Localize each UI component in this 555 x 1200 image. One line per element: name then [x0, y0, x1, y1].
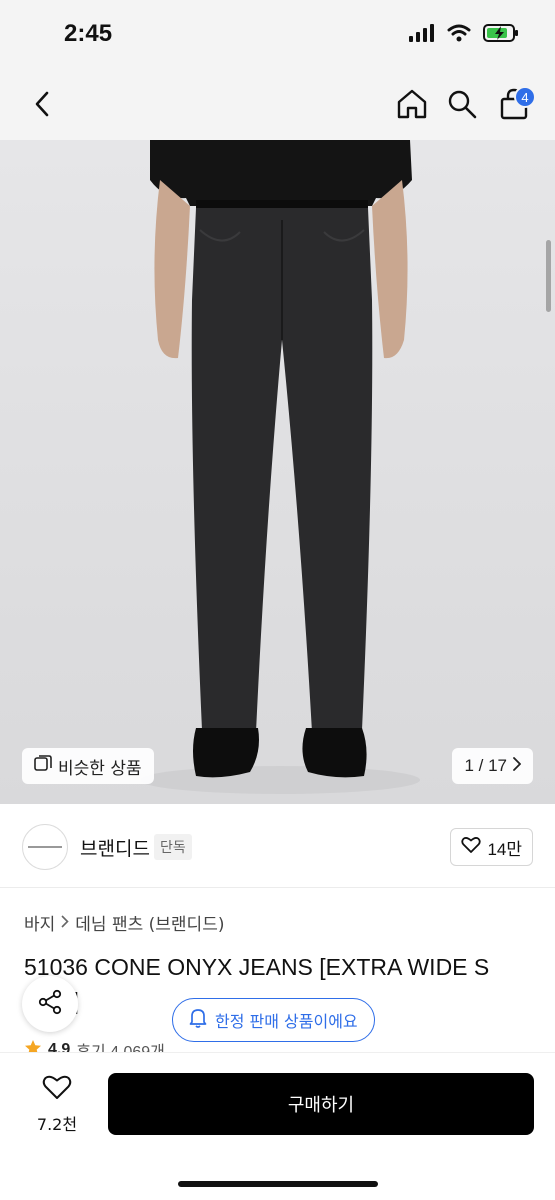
brand-logo[interactable] — [22, 824, 68, 870]
search-icon — [447, 89, 477, 123]
share-icon — [37, 989, 63, 1019]
breadcrumb-item[interactable]: 데님 팬츠 (브랜디드) — [75, 910, 224, 935]
bottom-purchase-bar: 7.2천 구매하기 — [0, 1052, 555, 1200]
heart-icon — [461, 836, 482, 859]
chevron-right-icon — [61, 913, 69, 933]
buy-button-label: 구매하기 — [287, 1095, 355, 1116]
breadcrumb-item[interactable]: 바지 — [24, 910, 55, 935]
wishlist-count: 7.2천 — [36, 1114, 78, 1134]
wifi-icon — [447, 24, 471, 46]
top-nav-bar: 4 — [0, 72, 555, 140]
similar-products-icon — [34, 754, 52, 778]
scroll-indicator[interactable] — [546, 240, 551, 312]
similar-products-label: 비슷한 상품 — [58, 758, 142, 779]
brand-name[interactable]: 브랜디드 — [80, 834, 150, 861]
limited-sale-notice: 한정 판매 상품이에요 — [172, 998, 375, 1042]
signal-icon — [409, 24, 435, 46]
home-icon — [396, 88, 428, 124]
buy-button[interactable]: 구매하기 — [108, 1073, 534, 1135]
breadcrumb: 바지 데님 팬츠 (브랜디드) — [24, 910, 224, 935]
brand-like-button[interactable]: 14만 — [450, 828, 533, 866]
bell-icon — [189, 1008, 207, 1032]
status-bar: 2:45 — [0, 0, 555, 72]
home-button[interactable] — [392, 84, 432, 128]
status-time: 2:45 — [64, 20, 113, 47]
wishlist-button[interactable]: 7.2천 — [22, 1071, 92, 1137]
cart-count-badge: 4 — [514, 86, 536, 108]
heart-icon — [42, 1074, 72, 1105]
share-button[interactable] — [22, 976, 78, 1032]
cart-button[interactable]: 4 — [494, 84, 536, 128]
image-page-counter[interactable]: 1 / 17 — [452, 748, 533, 784]
back-button[interactable] — [22, 84, 62, 128]
chevron-right-icon — [513, 756, 522, 776]
exclusive-badge: 단독 — [154, 834, 192, 860]
back-icon — [34, 91, 50, 121]
similar-products-button[interactable]: 비슷한 상품 — [22, 748, 154, 784]
limited-sale-text: 한정 판매 상품이에요 — [215, 1012, 358, 1031]
search-button[interactable] — [442, 84, 482, 128]
home-indicator — [178, 1181, 378, 1187]
page-counter-text: 1 / 17 — [464, 756, 507, 775]
status-icons — [409, 24, 519, 46]
brand-row: 브랜디드 단독 14만 — [0, 804, 555, 888]
product-image-carousel[interactable]: 비슷한 상품 1 / 17 — [0, 140, 555, 804]
battery-charging-icon — [483, 24, 519, 46]
brand-like-count: 14만 — [487, 839, 522, 859]
product-photo — [140, 140, 420, 794]
